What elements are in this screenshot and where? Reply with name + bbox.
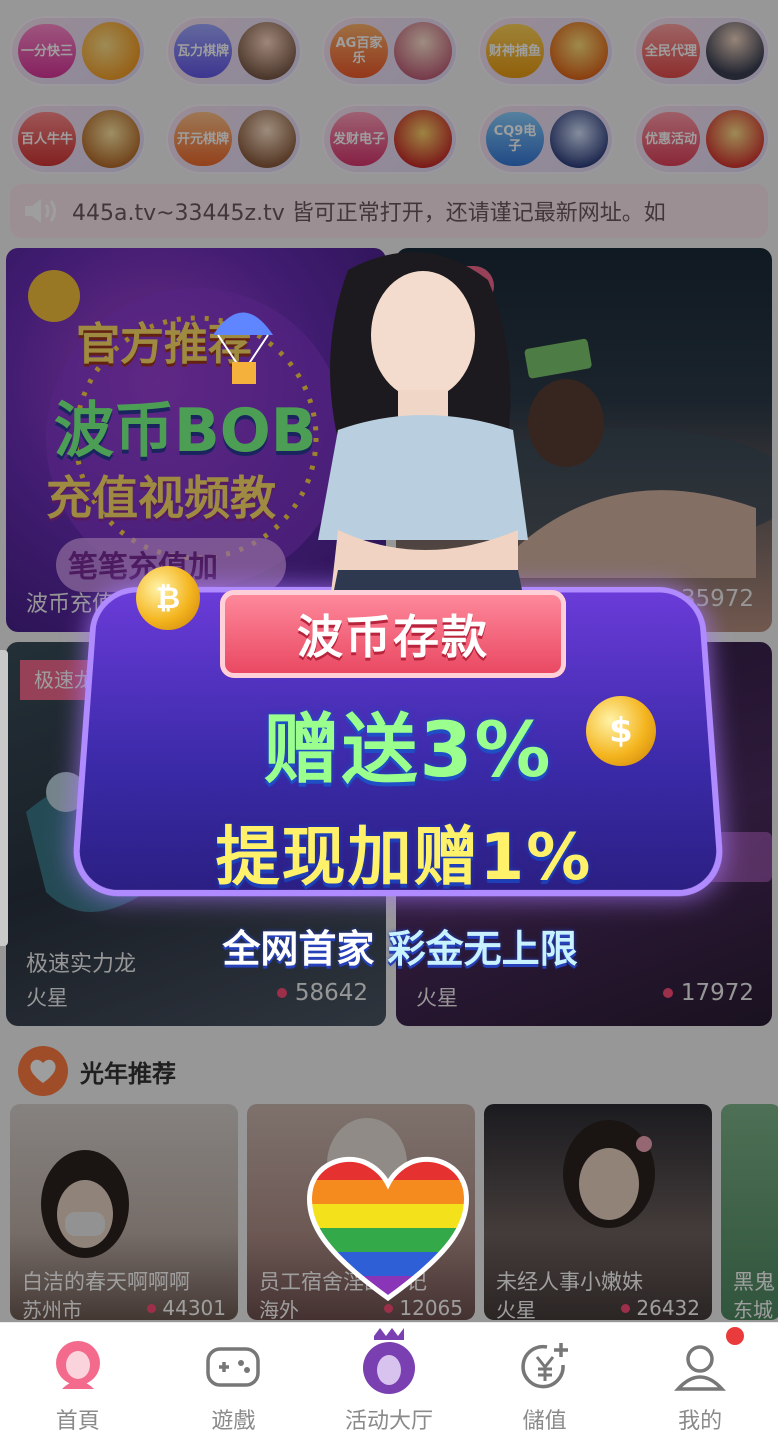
rainbow-heart-icon[interactable] xyxy=(304,1152,472,1302)
notification-dot xyxy=(725,1327,744,1345)
parachute-gift-icon xyxy=(213,312,273,384)
bottom-nav: 首頁 遊戲 活动大厅 儲值 我的 xyxy=(0,1322,778,1450)
home-icon xyxy=(48,1337,108,1397)
promo-slogan-b: 彩金无上限 xyxy=(387,927,578,971)
promo-popup[interactable]: ₿ $ 波币存款 赠送3% 提现加赠1% 全网首家 彩金无上限 xyxy=(76,240,720,990)
nav-recharge[interactable]: 儲值 xyxy=(467,1323,623,1450)
model-illustration xyxy=(318,252,528,620)
nav-profile[interactable]: 我的 xyxy=(622,1323,778,1450)
nav-activity-hall[interactable]: 活动大厅 xyxy=(311,1323,467,1450)
promo-bonus-withdraw: 提现加赠1% xyxy=(215,821,593,895)
yuan-plus-icon xyxy=(515,1337,575,1397)
nav-label: 遊戲 xyxy=(211,1409,256,1434)
crown-lady-icon xyxy=(354,1325,424,1397)
nav-label: 首頁 xyxy=(55,1409,100,1434)
nav-label: 儲值 xyxy=(522,1409,567,1434)
bitcoin-coin-icon: ₿ xyxy=(136,566,200,630)
promo-slogan-a: 全网首家 xyxy=(222,927,375,971)
gamepad-icon xyxy=(203,1337,263,1397)
user-icon xyxy=(670,1337,730,1397)
nav-home[interactable]: 首頁 xyxy=(0,1323,156,1450)
app-root: 一分快三 瓦力棋牌 AG百家乐 财神捕鱼 全民代理 百人牛牛 开元棋牌 发财电子… xyxy=(0,0,778,1450)
promo-bonus-deposit: 赠送3% xyxy=(263,705,553,794)
promo-headline-box: 波币存款 xyxy=(220,590,566,678)
nav-label: 我的 xyxy=(678,1409,723,1434)
nav-label: 活动大厅 xyxy=(344,1409,433,1434)
nav-games[interactable]: 遊戲 xyxy=(156,1323,312,1450)
edge-panel-handle[interactable] xyxy=(0,650,8,946)
promo-slogan: 全网首家 彩金无上限 xyxy=(150,918,650,973)
promo-headline: 波币存款 xyxy=(297,610,489,664)
